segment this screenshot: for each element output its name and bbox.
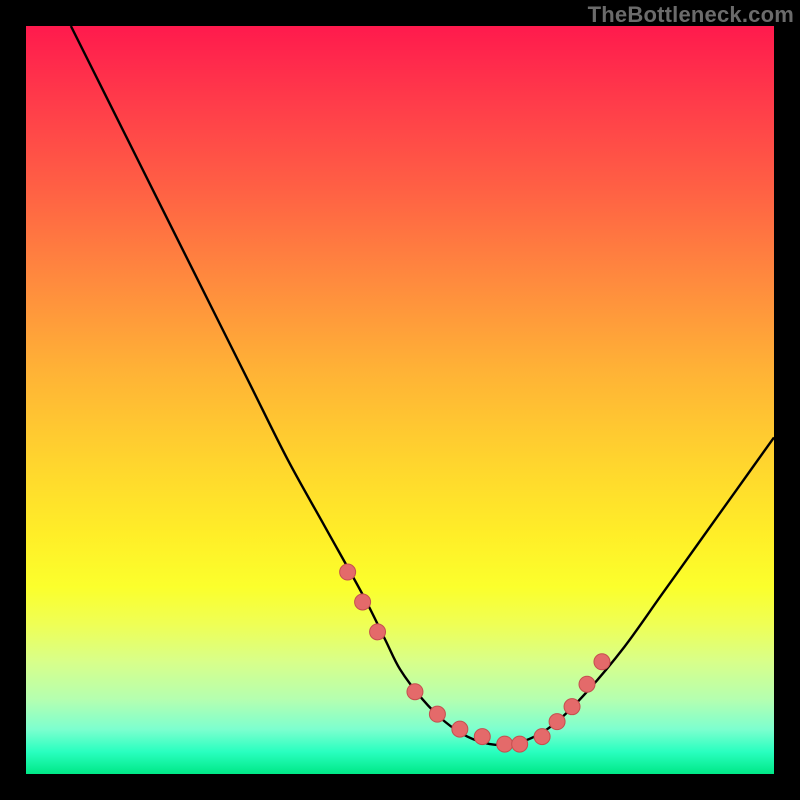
marker-dot	[512, 736, 528, 752]
marker-dot	[579, 676, 595, 692]
marker-dot	[549, 714, 565, 730]
chart-frame: TheBottleneck.com	[0, 0, 800, 800]
plot-area	[26, 26, 774, 774]
marker-dot	[340, 564, 356, 580]
marker-dot	[429, 706, 445, 722]
marker-dot	[407, 684, 423, 700]
chart-svg	[26, 26, 774, 774]
marker-dot	[534, 729, 550, 745]
marker-dot	[370, 624, 386, 640]
marker-dot	[594, 654, 610, 670]
marker-dot	[474, 729, 490, 745]
bottleneck-curve	[71, 26, 774, 745]
watermark-label: TheBottleneck.com	[588, 2, 794, 28]
marker-dot	[355, 594, 371, 610]
marker-dot	[452, 721, 468, 737]
marker-dot	[564, 699, 580, 715]
marker-dot	[497, 736, 513, 752]
marker-group	[340, 564, 610, 752]
